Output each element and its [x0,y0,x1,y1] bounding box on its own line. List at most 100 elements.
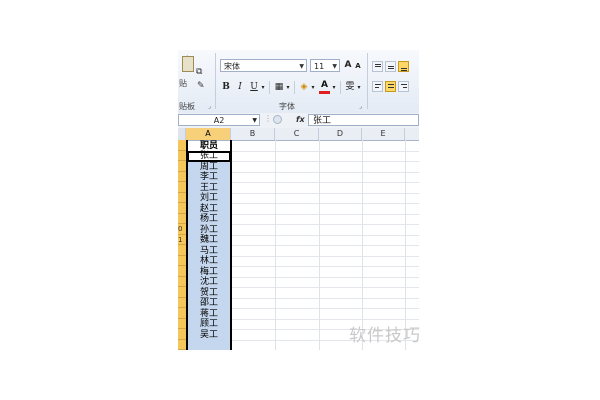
column-header-row: A B C D E [178,128,419,141]
font-name-combo[interactable]: 宋体 ▼ [220,59,307,72]
clipboard-group-label: 贴板 [179,102,195,111]
column-header-f[interactable] [405,128,419,140]
column-header-c[interactable]: C [275,128,319,140]
cancel-formula-icon[interactable] [273,115,282,124]
row-header[interactable]: 1 [178,234,186,245]
row-header[interactable] [178,287,186,298]
insert-function-button[interactable]: fx [296,114,305,126]
font-name-value: 宋体 [224,62,240,71]
bottom-align-icon[interactable] [398,61,409,72]
chevron-down-icon[interactable]: ▾ [331,81,337,94]
column-gridline [405,140,406,350]
row-header[interactable] [178,308,186,319]
name-cell[interactable]: 马工 [187,246,231,257]
font-size-combo[interactable]: 11 ▼ [310,59,340,72]
font-size-value: 11 [314,62,325,71]
name-cell[interactable]: 张工 [187,151,231,162]
row-header[interactable] [178,329,186,340]
name-cell[interactable]: 沈工 [187,277,231,288]
column-header-a[interactable]: A [186,128,231,140]
chevron-down-icon[interactable]: ▾ [285,81,291,94]
middle-align-icon[interactable] [385,61,396,72]
align-left-icon[interactable] [372,81,383,92]
chevron-down-icon: ▼ [332,63,337,70]
name-cell[interactable]: 周工 [187,162,231,173]
grow-font-button[interactable]: A [343,59,353,72]
name-cell[interactable]: 蒋工 [187,309,231,320]
name-cell[interactable]: 贺工 [187,288,231,299]
name-cell[interactable]: 林工 [187,256,231,267]
name-cell[interactable]: 刘工 [187,193,231,204]
row-header[interactable] [178,266,186,277]
row-header[interactable] [178,140,186,151]
row-header[interactable] [178,213,186,224]
separator [269,81,270,94]
name-cell[interactable]: 李工 [187,172,231,183]
chevron-down-icon: ▼ [299,63,304,70]
select-all-corner[interactable] [178,128,186,140]
shrink-font-button[interactable]: A [354,60,362,73]
row-header[interactable] [178,203,186,214]
row-header[interactable] [178,276,186,287]
chevron-down-icon[interactable]: ▾ [260,81,266,94]
ribbon: ✂ ⧉ ✎ 贴 贴板 ⌟ 宋体 ▼ 11 ▼ A A B I U ▾ ▦ ▾ ◈… [178,50,419,114]
formula-bar-handle-icon[interactable]: ⋮ [264,114,272,123]
row-header[interactable] [178,171,186,182]
cell-a1[interactable]: 职员 [187,141,231,152]
name-cell[interactable]: 梅工 [187,267,231,278]
font-group-label: 字体 [279,102,295,111]
name-box[interactable]: A2 ▼ [178,114,260,126]
underline-button[interactable]: U [249,81,259,94]
italic-button[interactable]: I [235,81,245,94]
formula-input[interactable]: 张工 [308,114,419,126]
phonetic-button[interactable]: 雯 [344,81,356,94]
font-color-button[interactable]: A [319,80,330,94]
font-launcher-icon[interactable]: ⌟ [359,103,362,110]
borders-icon[interactable]: ▦ [273,81,285,94]
align-right-icon[interactable] [398,81,409,92]
fill-color-icon[interactable]: ◈ [298,81,310,94]
row-header[interactable] [178,192,186,203]
row-header[interactable] [178,245,186,256]
chevron-down-icon[interactable]: ▾ [356,81,362,94]
name-cell[interactable]: 吴工 [187,330,231,341]
align-center-icon[interactable] [385,81,396,92]
row-header[interactable] [178,161,186,172]
copy-icon[interactable]: ⧉ [196,67,202,77]
chevron-down-icon[interactable]: ▾ [310,81,316,94]
row-header[interactable] [178,182,186,193]
row-header[interactable] [178,297,186,308]
paste-button[interactable]: 贴 [179,79,187,88]
name-cell[interactable]: 魏工 [187,235,231,246]
row-header[interactable] [178,255,186,266]
clipboard-launcher-icon[interactable]: ⌟ [208,103,211,110]
bold-button[interactable]: B [221,81,231,94]
worksheet-grid[interactable]: A B C D E 01 职员 张工 周工 李工 王工 刘工 赵工 杨工 孙工 魏工 马工 林工 梅工… [178,128,419,350]
column-header-b[interactable]: B [231,128,275,140]
name-cell[interactable]: 杨工 [187,214,231,225]
paste-icon[interactable] [182,56,194,72]
chevron-down-icon[interactable]: ▼ [252,115,257,127]
column-gridline [362,140,363,350]
column-gridline [319,140,320,350]
excel-window: ✂ ⧉ ✎ 贴 贴板 ⌟ 宋体 ▼ 11 ▼ A A B I U ▾ ▦ ▾ ◈… [178,50,419,350]
separator [340,81,341,94]
row-header[interactable] [178,150,186,161]
watermark-text: 软件技巧 [349,326,421,346]
format-painter-icon[interactable]: ✎ [197,81,205,91]
name-cell[interactable]: 孙工 [187,225,231,236]
separator [294,81,295,94]
row-header[interactable]: 0 [178,224,186,235]
formula-bar: A2 ▼ ⋮ fx 张工 [178,113,419,129]
column-gridline [275,140,276,350]
column-header-d[interactable]: D [319,128,362,140]
row-header[interactable] [178,318,186,329]
name-cell[interactable]: 邵工 [187,298,231,309]
column-header-e[interactable]: E [362,128,405,140]
name-cell[interactable]: 赵工 [187,204,231,215]
top-align-icon[interactable] [372,61,383,72]
row-header[interactable] [178,339,186,350]
group-separator [367,53,368,109]
name-cell[interactable]: 顾工 [187,319,231,330]
name-cell[interactable]: 王工 [187,183,231,194]
